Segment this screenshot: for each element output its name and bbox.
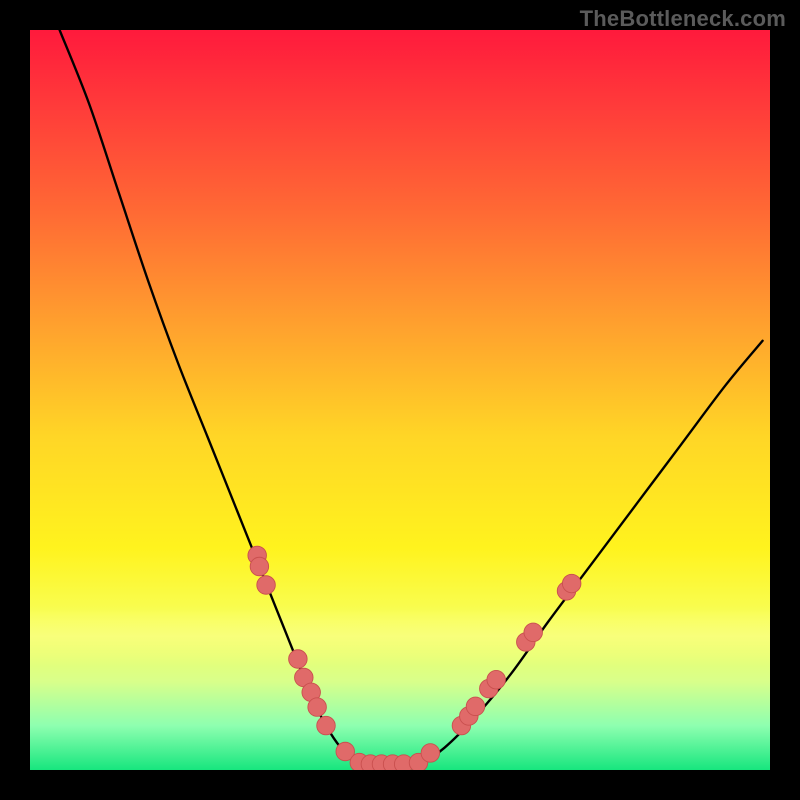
data-dot — [250, 557, 269, 576]
data-dot — [317, 716, 336, 735]
data-dot — [421, 744, 440, 763]
plot-area — [30, 30, 770, 770]
data-dot — [257, 576, 276, 595]
data-dot — [289, 650, 308, 669]
data-dot — [562, 574, 581, 593]
data-dot — [308, 698, 327, 717]
outer-black-frame: TheBottleneck.com — [0, 0, 800, 800]
bottleneck-curve — [60, 30, 763, 770]
data-dot — [466, 697, 485, 716]
data-dot — [487, 670, 506, 689]
data-dot — [524, 623, 543, 642]
chart-svg — [30, 30, 770, 770]
watermark-text: TheBottleneck.com — [580, 6, 786, 32]
